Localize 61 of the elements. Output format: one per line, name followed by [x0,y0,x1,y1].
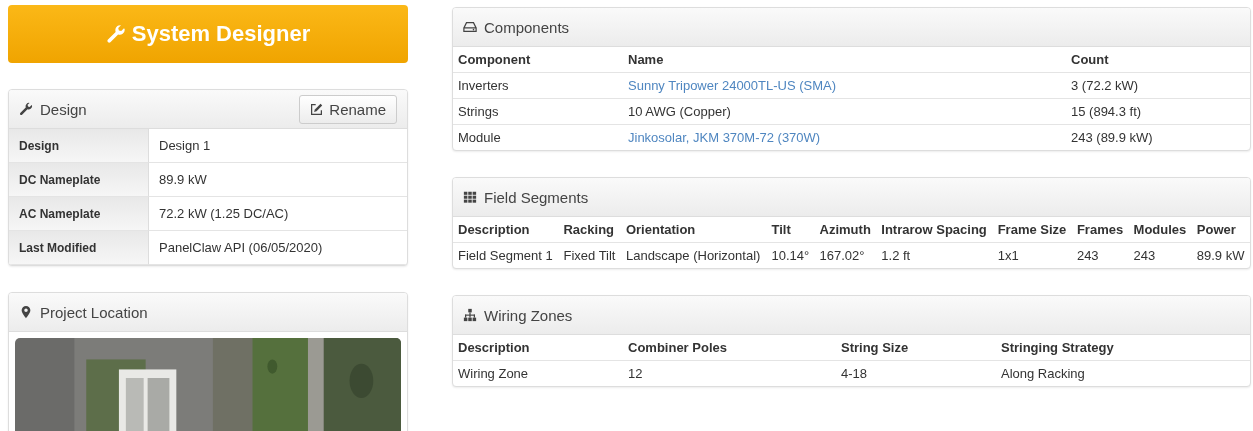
table-cell: 1.2 ft [876,242,993,268]
column-header: Tilt [766,217,815,243]
table-cell: Field Segment 1 [453,242,559,268]
grid-icon [463,190,477,204]
column-header: String Size [836,335,996,361]
table-cell: 10 AWG (Copper) [628,104,731,119]
column-header: Frames [1071,217,1129,243]
column-header: Frame Size [992,217,1072,243]
edit-icon [310,102,324,116]
column-header: Modules [1128,217,1192,243]
column-header: Component [453,47,623,73]
row-value: 72.2 kW (1.25 DC/AC) [149,197,407,231]
table-cell: 3 (72.2 kW) [1066,72,1250,99]
table-cell: 1x1 [992,242,1072,268]
table-cell: 12 [623,360,836,386]
panel-title: Wiring Zones [484,306,574,324]
column-header: Intrarow Spacing [876,217,993,243]
row-value: PanelClaw API (06/05/2020) [149,231,407,265]
row-label: Design [9,129,149,163]
table-cell: 10.14° [766,242,815,268]
component-link[interactable]: Jinkosolar, JKM 370M-72 (370W) [628,130,821,145]
panel-title: Project Location [40,303,149,321]
column-header: Stringing Strategy [996,335,1250,361]
row-value: 89.9 kW [149,163,407,197]
row-label: Last Modified [9,231,149,265]
wrench-icon [19,102,33,116]
panel-title: Field Segments [484,188,590,206]
table-cell: 167.02° [814,242,877,268]
panel-title: Components [484,18,571,36]
column-header: Description [453,217,559,243]
row-value: Design 1 [149,129,407,163]
table-cell: 4-18 [836,360,996,386]
hierarchy-icon [463,308,477,322]
column-header: Azimuth [814,217,877,243]
row-label: AC Nameplate [9,197,149,231]
table-cell: Inverters [453,72,623,99]
table-cell: 243 [1128,242,1192,268]
column-header: Power [1191,217,1250,243]
table-cell: Module [453,124,623,150]
wrench-icon [105,24,126,44]
rename-button[interactable]: Rename [299,94,397,124]
table-cell: Strings [453,98,623,125]
column-header: Combiner Poles [623,335,836,361]
column-header: Description [453,335,623,361]
table-cell: Wiring Zone [453,360,623,386]
drive-icon [463,20,477,34]
component-link[interactable]: Sunny Tripower 24000TL-US (SMA) [628,78,837,93]
row-label: DC Nameplate [9,163,149,197]
column-header: Name [623,47,1066,73]
column-header: Racking [558,217,621,243]
column-header: Count [1066,47,1250,73]
table-cell: Fixed Tilt [558,242,621,268]
table-cell: Along Racking [996,360,1250,386]
table-cell: Landscape (Horizontal) [620,242,767,268]
table-cell: 243 (89.9 kW) [1066,124,1250,150]
table-cell: 243 [1071,242,1129,268]
table-cell: 89.9 kW [1191,242,1250,268]
table-cell: 15 (894.3 ft) [1066,98,1250,125]
column-header: Orientation [620,217,767,243]
map-pin-icon [19,305,33,319]
panel-title: Design [40,100,88,118]
